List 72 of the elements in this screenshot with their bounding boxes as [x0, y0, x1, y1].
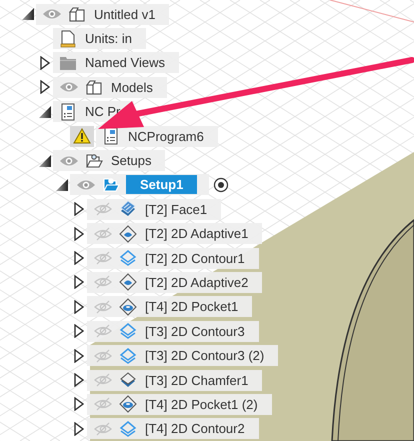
eye-icon[interactable] — [76, 178, 96, 192]
expand-toggle[interactable] — [73, 324, 85, 338]
expand-toggle[interactable] — [73, 422, 85, 436]
expand-toggle[interactable] — [39, 80, 51, 94]
tree-item[interactable]: [T3] 2D Contour3 (2) — [87, 345, 278, 366]
eye-icon[interactable] — [59, 80, 79, 94]
tree-item-label: [T2] Face1 — [144, 200, 208, 219]
tree-item-label: [T3] 2D Contour3 (2) — [144, 347, 266, 366]
tree-item-label: Named Views — [84, 54, 166, 72]
component-icon — [85, 78, 103, 96]
tree-item[interactable]: Setups — [53, 150, 166, 172]
tree-item[interactable]: [T2] 2D Contour1 — [87, 248, 259, 269]
collapse-toggle[interactable] — [22, 7, 34, 22]
folder-open-icon — [85, 152, 103, 170]
tree-item[interactable]: [T4] 2D Pocket1 — [87, 296, 252, 318]
tree-item[interactable]: Units: in — [53, 28, 146, 50]
tree-item[interactable]: Untitled v1 — [36, 4, 170, 25]
tree-item-label: [T4] 2D Pocket1 — [144, 298, 240, 316]
diamond-pocket-icon — [119, 395, 137, 414]
nc-program-icon — [59, 102, 77, 121]
tree-item[interactable]: [T4] 2D Pocket1 (2) — [87, 394, 272, 415]
tree-item[interactable]: [T2] Face1 — [87, 198, 222, 220]
collapse-toggle[interactable] — [56, 178, 68, 192]
tree-item[interactable]: [T4] 2D Contour2 — [87, 418, 259, 440]
diamond-pocket-icon — [119, 298, 137, 316]
tree-item-label: [T2] 2D Contour1 — [144, 250, 246, 268]
nc-program-icon — [102, 127, 120, 146]
diamond-layers-icon — [119, 371, 137, 390]
expand-toggle[interactable] — [39, 56, 51, 70]
component-icon — [68, 5, 86, 24]
expand-toggle[interactable] — [73, 373, 85, 388]
tree-item[interactable]: NCProgram6 — [96, 126, 218, 147]
tree-item-label: [T4] 2D Contour2 — [144, 420, 246, 438]
tree-item[interactable]: [T3] 2D Chamfer1 — [87, 370, 262, 391]
document-ruler-icon — [59, 30, 77, 48]
tree-item-label: Models — [110, 78, 154, 97]
collapse-toggle[interactable] — [39, 104, 51, 119]
diamond-layers-icon — [119, 420, 137, 438]
tree-item-label: Untitled v1 — [93, 6, 156, 24]
expand-toggle[interactable] — [73, 348, 85, 363]
expand-toggle[interactable] — [73, 275, 85, 290]
tree-item[interactable]: Named Views — [53, 52, 179, 74]
eye-icon[interactable] — [42, 7, 62, 22]
diamond-swirl-icon — [119, 224, 137, 243]
expand-toggle[interactable] — [73, 397, 85, 412]
tree-item-label: [T4] 2D Pocket1 (2) — [144, 396, 259, 414]
target-icon[interactable] — [213, 176, 230, 193]
expand-toggle[interactable] — [73, 202, 85, 216]
tree-item[interactable]: [T2] 2D Adaptive1 — [87, 223, 262, 244]
tree-item-label: [T2] 2D Adaptive2 — [144, 274, 250, 292]
diamond-swirl-icon — [119, 273, 137, 292]
tree-item-label: [T3] 2D Chamfer1 — [144, 372, 250, 390]
diamond-layers-icon — [119, 346, 137, 365]
expand-toggle[interactable] — [73, 251, 85, 266]
collapse-toggle[interactable] — [39, 154, 51, 168]
eye-icon[interactable] — [59, 154, 79, 168]
tree-item[interactable]: [T2] 2D Adaptive2 — [87, 272, 262, 293]
folder-open-icon — [102, 176, 120, 194]
diamond-layers-icon — [119, 322, 137, 340]
tree-item-label: NCProgram6 — [127, 128, 205, 146]
tree-item[interactable]: [T3] 2D Contour3 — [87, 320, 259, 342]
expand-toggle[interactable] — [73, 300, 85, 314]
tree-item[interactable]: Setup1 — [70, 174, 210, 196]
tree-item-label: Setup1 — [126, 175, 198, 194]
tree-item-label: Units: in — [84, 30, 133, 48]
tree-item-label: [T2] 2D Adaptive1 — [144, 225, 250, 244]
tree-item[interactable]: Models — [53, 76, 167, 98]
diamond-layers-icon — [119, 249, 137, 268]
expand-toggle[interactable] — [73, 226, 85, 241]
layers-icon — [119, 200, 137, 218]
tree-item-label: [T3] 2D Contour3 — [144, 322, 246, 341]
tree-item-label: Setups — [110, 152, 152, 170]
